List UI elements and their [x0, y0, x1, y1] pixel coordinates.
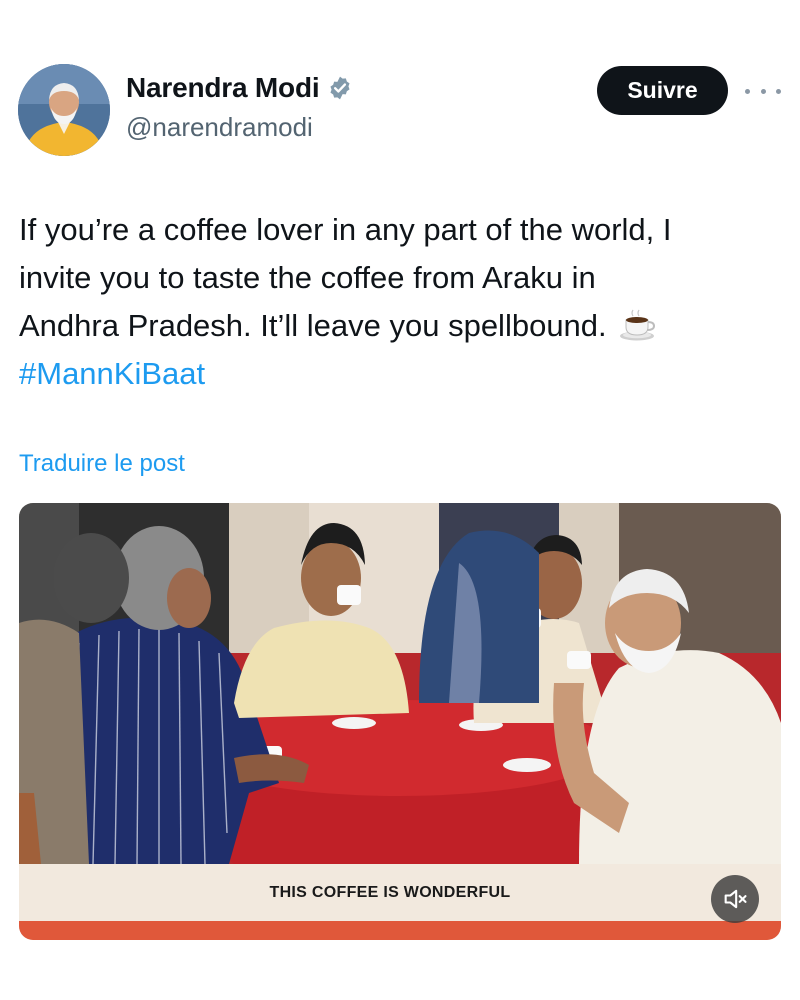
- post-text-line: If you’re a coffee lover in any part of …: [19, 212, 672, 247]
- hashtag-link[interactable]: #MannKiBaat: [19, 350, 779, 398]
- caption-bar: THIS COFFEE IS WONDERFUL: [19, 864, 781, 921]
- post-text: If you’re a coffee lover in any part of …: [19, 206, 779, 398]
- dot: [745, 88, 750, 94]
- avatar[interactable]: [18, 64, 110, 156]
- author-handle[interactable]: @narendramodi: [126, 112, 313, 143]
- video-caption: THIS COFFEE IS WONDERFUL: [269, 883, 511, 901]
- author-name-row: Narendra Modi: [126, 72, 353, 104]
- translate-post-link[interactable]: Traduire le post: [19, 450, 185, 478]
- post-text-line: Andhra Pradesh. It’ll leave you spellbou…: [19, 302, 779, 350]
- dot: [776, 88, 781, 94]
- muted-speaker-icon[interactable]: [711, 875, 759, 923]
- post-text-line-content: Andhra Pradesh. It’ll leave you spellbou…: [19, 308, 607, 343]
- follow-button[interactable]: Suivre: [597, 66, 728, 115]
- more-options-icon[interactable]: [745, 79, 781, 103]
- video-player[interactable]: THIS COFFEE IS WONDERFUL: [19, 503, 781, 940]
- coffee-emoji-icon: [619, 308, 657, 342]
- verified-badge-icon: [327, 75, 353, 101]
- display-name[interactable]: Narendra Modi: [126, 72, 320, 104]
- post-text-line: invite you to taste the coffee from Arak…: [19, 260, 596, 295]
- caption-accent-bar: [19, 921, 781, 940]
- video-frame: [19, 503, 781, 864]
- dot: [760, 88, 766, 94]
